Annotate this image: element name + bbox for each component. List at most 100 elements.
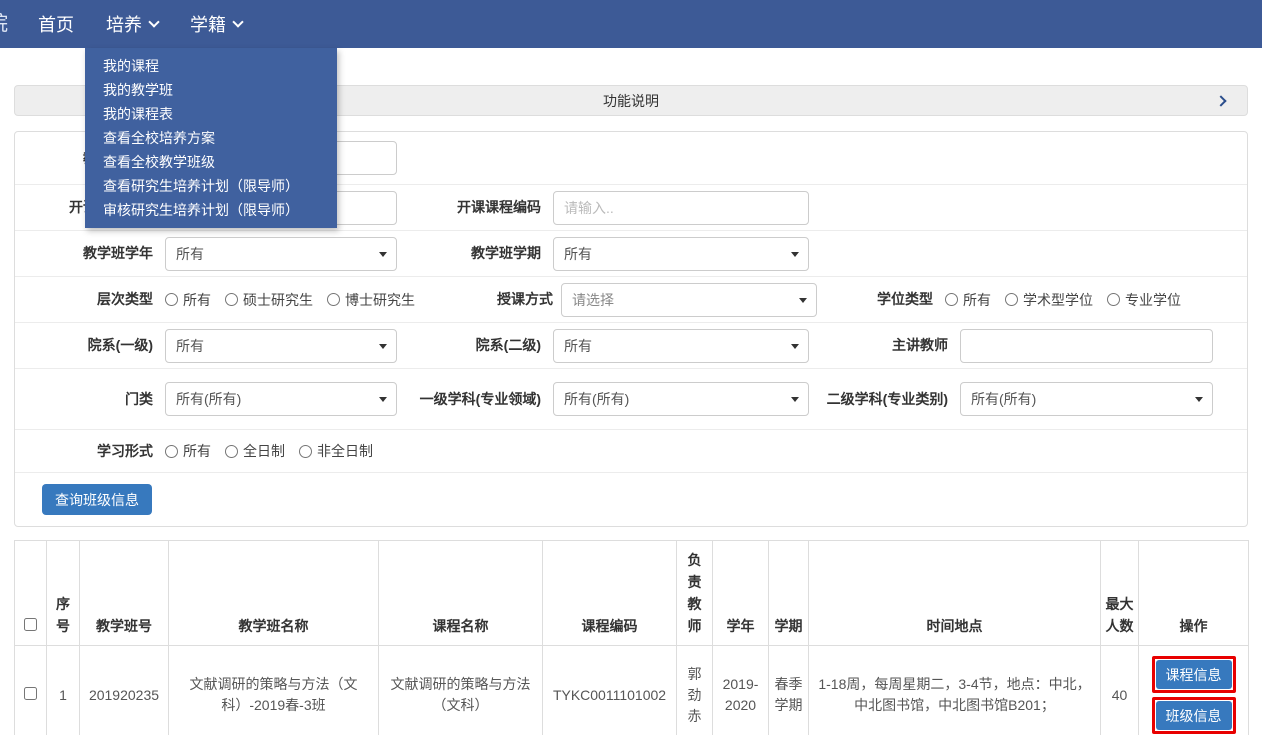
level-type-option-master[interactable]: 硕士研究生 bbox=[225, 290, 313, 310]
degree-type-option-all[interactable]: 所有 bbox=[945, 290, 991, 310]
col-seq: 序号 bbox=[46, 540, 80, 646]
degree-type-radio-group: 所有 学术型学位 专业学位 bbox=[945, 290, 1195, 310]
select-arrow-icon bbox=[379, 397, 387, 402]
study-form-parttime-radio[interactable] bbox=[299, 444, 312, 458]
cultivation-dropdown-menu: 我的课程 我的教学班 我的课程表 查看全校培养方案 查看全校教学班级 查看研究生… bbox=[85, 48, 337, 228]
nav-item-home[interactable]: 首页 bbox=[38, 11, 74, 37]
degree-academic-radio[interactable] bbox=[1005, 293, 1018, 306]
select-arrow-icon bbox=[1195, 397, 1203, 402]
col-max: 最大人数 bbox=[1100, 540, 1139, 646]
degree-professional-radio[interactable] bbox=[1107, 293, 1120, 306]
dept2-label: 院系(二级) bbox=[475, 337, 541, 353]
filter-row-discipline: 门类 所有(所有) 一级学科(专业领域) 所有(所有) 二级学科(专业类别) 所… bbox=[15, 368, 1247, 429]
category-select[interactable]: 所有(所有) bbox=[165, 382, 397, 416]
course-code-input[interactable] bbox=[553, 190, 809, 225]
select-arrow-icon bbox=[379, 343, 387, 349]
filter-row-year-term: 教学班学年 所有 教学班学期 所有 bbox=[15, 230, 1247, 276]
time-place-cell: 1-18周，每周星期二，3-4节，地点：中北，中北图书馆，中北图书馆B201； bbox=[808, 645, 1101, 735]
level-type-option-doctor[interactable]: 博士研究生 bbox=[327, 290, 415, 310]
study-form-radio-group: 所有 全日制 非全日制 bbox=[165, 441, 387, 461]
degree-type-option-academic[interactable]: 学术型学位 bbox=[1005, 290, 1093, 310]
class-no-cell: 201920235 bbox=[79, 645, 169, 735]
row-select-cell bbox=[14, 645, 47, 735]
table-row: 1 201920235 文献调研的策略与方法（文科）-2019春-3班 文献调研… bbox=[14, 645, 1249, 735]
level-master-radio[interactable] bbox=[225, 293, 238, 306]
nav-item-student-status[interactable]: 学籍 bbox=[190, 11, 244, 37]
study-form-option-fulltime[interactable]: 全日制 bbox=[225, 441, 285, 461]
filter-row-level-mode-degree: 层次类型 所有 硕士研究生 博士研究生 授课方式 请选择 学位类型 所有 学术型… bbox=[15, 276, 1247, 322]
level-all-radio[interactable] bbox=[165, 293, 178, 306]
col-course-code: 课程编码 bbox=[542, 540, 677, 646]
degree-type-label: 学位类型 bbox=[877, 291, 933, 307]
study-form-fulltime-radio[interactable] bbox=[225, 444, 238, 458]
degree-type-option-professional[interactable]: 专业学位 bbox=[1107, 290, 1181, 310]
lecturer-input[interactable] bbox=[960, 328, 1213, 363]
col-teacher: 负责教师 bbox=[676, 540, 713, 646]
class-year-select[interactable]: 所有 bbox=[165, 236, 397, 271]
menu-item-view-grad-plans[interactable]: 查看研究生培养计划（限导师） bbox=[85, 174, 337, 198]
course-info-button[interactable]: 课程信息 bbox=[1155, 660, 1232, 689]
menu-item-my-courses[interactable]: 我的课程 bbox=[85, 54, 337, 78]
study-form-all-radio[interactable] bbox=[165, 444, 178, 458]
menu-item-my-teaching-classes[interactable]: 我的教学班 bbox=[85, 78, 337, 102]
menu-item-view-school-classes[interactable]: 查看全校教学班级 bbox=[85, 150, 337, 174]
query-button-row: 查询班级信息 bbox=[15, 472, 1247, 526]
year-cell: 2019-2020 bbox=[712, 645, 769, 735]
menu-item-audit-grad-plans[interactable]: 审核研究生培养计划（限导师） bbox=[85, 198, 337, 222]
level-type-option-all[interactable]: 所有 bbox=[165, 290, 211, 310]
degree-all-radio[interactable] bbox=[945, 293, 958, 306]
col-class-name: 教学班名称 bbox=[168, 540, 379, 646]
chevron-right-icon[interactable] bbox=[1215, 95, 1227, 107]
actions-cell: 课程信息 班级信息 bbox=[1138, 645, 1249, 735]
level-type-label: 层次类型 bbox=[97, 291, 153, 307]
class-year-label: 教学班学年 bbox=[83, 245, 153, 261]
level-doctor-radio[interactable] bbox=[327, 293, 340, 306]
col-year: 学年 bbox=[712, 540, 769, 646]
highlight-box: 班级信息 bbox=[1151, 697, 1236, 734]
dept2-select[interactable]: 所有 bbox=[553, 328, 809, 363]
chevron-down-icon bbox=[232, 16, 244, 28]
select-arrow-icon bbox=[791, 397, 799, 402]
lecturer-label: 主讲教师 bbox=[892, 337, 948, 353]
filter-row-study-form: 学习形式 所有 全日制 非全日制 bbox=[15, 429, 1247, 472]
class-term-select[interactable]: 所有 bbox=[553, 236, 809, 271]
select-all-header bbox=[14, 540, 47, 646]
filter-row-department: 院系(一级) 所有 院系(二级) 所有 主讲教师 bbox=[15, 322, 1247, 368]
study-form-option-parttime[interactable]: 非全日制 bbox=[299, 441, 373, 461]
menu-item-my-timetable[interactable]: 我的课程表 bbox=[85, 102, 337, 126]
select-arrow-icon bbox=[791, 251, 799, 257]
select-all-checkbox[interactable] bbox=[24, 618, 37, 631]
menu-item-view-school-programs[interactable]: 查看全校培养方案 bbox=[85, 126, 337, 150]
discipline1-select[interactable]: 所有(所有) bbox=[553, 382, 809, 416]
study-form-option-all[interactable]: 所有 bbox=[165, 441, 211, 461]
brand-logo-partial: 院 bbox=[0, 11, 14, 37]
teaching-mode-label: 授课方式 bbox=[497, 291, 553, 307]
function-description-title: 功能说明 bbox=[603, 92, 659, 109]
row-checkbox[interactable] bbox=[24, 686, 37, 700]
class-table: 序号 教学班号 教学班名称 课程名称 课程编码 负责教师 学年 学期 时间地点 … bbox=[14, 540, 1249, 735]
class-name-cell: 文献调研的策略与方法（文科）-2019春-3班 bbox=[168, 645, 379, 735]
col-actions: 操作 bbox=[1138, 540, 1249, 646]
max-cell: 40 bbox=[1100, 645, 1139, 735]
class-info-button[interactable]: 班级信息 bbox=[1155, 701, 1232, 730]
course-code-label: 开课课程编码 bbox=[457, 199, 541, 215]
study-form-label: 学习形式 bbox=[97, 442, 153, 459]
col-course-name: 课程名称 bbox=[378, 540, 543, 646]
query-class-info-button[interactable]: 查询班级信息 bbox=[42, 484, 152, 515]
category-label: 门类 bbox=[125, 390, 153, 407]
level-type-radio-group: 所有 硕士研究生 博士研究生 bbox=[165, 290, 495, 310]
discipline2-select[interactable]: 所有(所有) bbox=[960, 382, 1213, 416]
chevron-down-icon bbox=[148, 16, 160, 28]
col-term: 学期 bbox=[768, 540, 809, 646]
select-arrow-icon bbox=[379, 251, 387, 257]
nav-item-cultivation[interactable]: 培养 bbox=[106, 11, 160, 37]
teacher-cell: 郭劲赤 bbox=[676, 645, 713, 735]
dept1-select[interactable]: 所有 bbox=[165, 328, 397, 363]
term-cell: 春季学期 bbox=[768, 645, 809, 735]
seq-cell: 1 bbox=[46, 645, 80, 735]
dept1-label: 院系(一级) bbox=[87, 337, 153, 353]
col-class-no: 教学班号 bbox=[79, 540, 169, 646]
table-header-row: 序号 教学班号 教学班名称 课程名称 课程编码 负责教师 学年 学期 时间地点 … bbox=[14, 540, 1249, 646]
course-code-cell: TYKC0011101002 bbox=[542, 645, 677, 735]
teaching-mode-select[interactable]: 请选择 bbox=[561, 282, 817, 317]
